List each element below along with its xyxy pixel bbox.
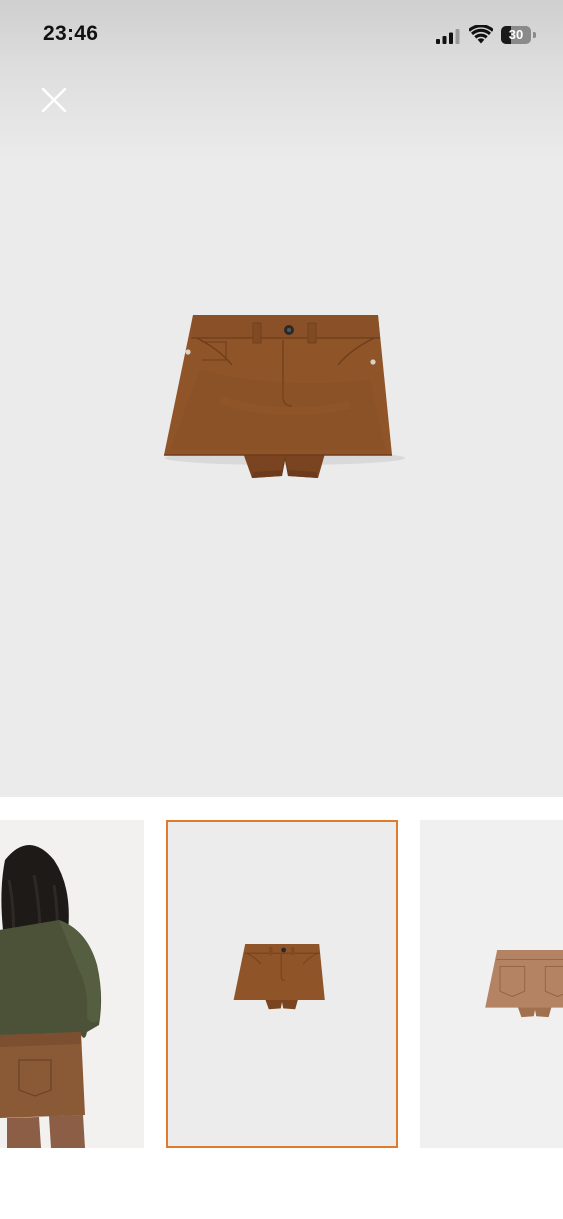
wifi-icon bbox=[469, 25, 493, 44]
close-icon bbox=[41, 87, 67, 113]
cellular-signal-icon bbox=[436, 29, 460, 44]
thumbnail-2-selected[interactable] bbox=[166, 820, 398, 1148]
thumbnail-strip bbox=[0, 797, 563, 1219]
status-bar: 23:46 30 bbox=[0, 0, 563, 70]
battery-icon: 30 bbox=[501, 26, 537, 44]
thumbnail-skort-front-image bbox=[233, 944, 325, 1010]
thumbnail-1[interactable] bbox=[0, 820, 144, 1148]
battery-level: 30 bbox=[508, 27, 524, 42]
thumbnail-3[interactable] bbox=[420, 820, 563, 1148]
thumbnail-model-back-image bbox=[0, 845, 102, 1148]
status-time: 23:46 bbox=[43, 22, 99, 45]
thumbnail-skort-back-image bbox=[485, 950, 563, 1018]
close-button[interactable] bbox=[36, 82, 72, 118]
image-viewer: 23:46 30 bbox=[0, 0, 563, 797]
product-main-image[interactable] bbox=[160, 310, 410, 485]
